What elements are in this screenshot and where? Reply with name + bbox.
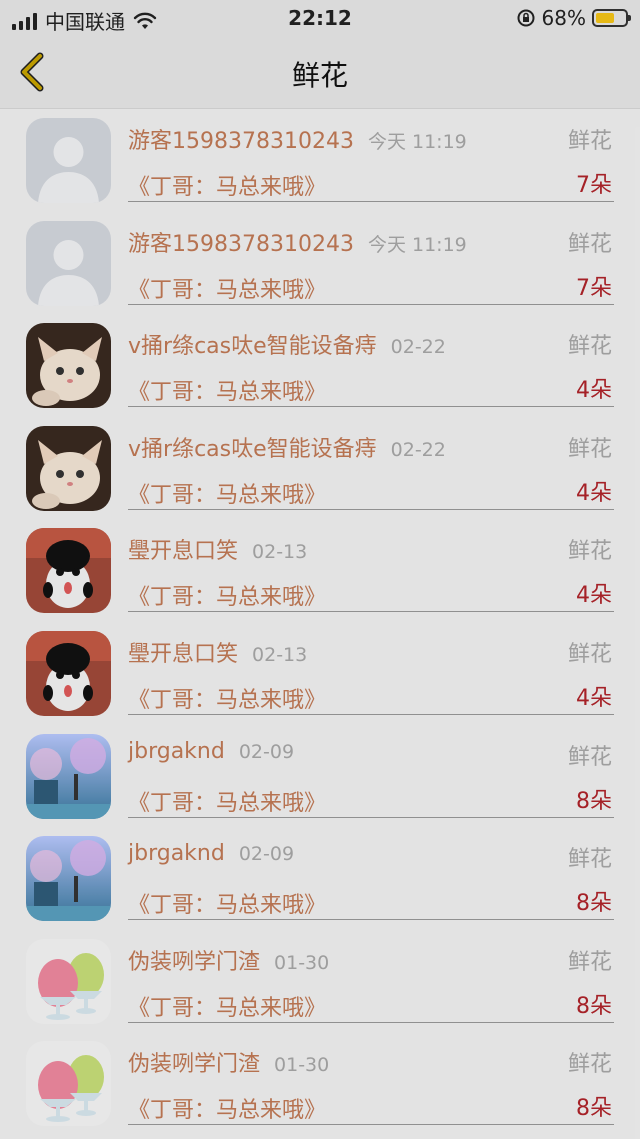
timestamp: 02-22 [390, 438, 446, 461]
work-title-link[interactable]: 《丁哥：马总来哦》 [128, 272, 326, 304]
divider [128, 303, 614, 305]
divider [128, 611, 614, 613]
list-item[interactable]: jbrgaknd 02-09 鲜花《丁哥：马总来哦》 8朵 [0, 725, 640, 828]
list-item[interactable]: jbrgaknd 02-09 鲜花《丁哥：马总来哦》 8朵 [0, 827, 640, 930]
timestamp: 02-09 [238, 843, 295, 866]
avatar[interactable] [26, 118, 111, 203]
flower-count: 7朵 [576, 173, 612, 198]
gift-type-label: 鲜花 [567, 129, 612, 154]
sender-name-text: v捅r绦cas呔e智能设备痔 [128, 436, 377, 462]
avatar[interactable] [26, 528, 111, 614]
page-title: 鲜花 [291, 59, 348, 92]
work-title-link[interactable]: 《丁哥：马总来哦》 [128, 682, 326, 714]
sender-name[interactable]: v捅r绦cas呔e智能设备痔 02-22 [128, 328, 446, 360]
sender-name[interactable]: 伪装咧学门渣 01-30 [128, 1046, 329, 1078]
work-title-link[interactable]: 《丁哥：马总来哦》 [128, 1092, 326, 1124]
sender-name-text: v捅r绦cas呔e智能设备痔 [128, 334, 377, 360]
sender-name-text: jbrgaknd [128, 841, 225, 867]
gift-type-label: 鲜花 [567, 744, 612, 770]
flower-count: 4朵 [576, 480, 612, 506]
avatar[interactable] [26, 220, 111, 306]
gift-type-label: 鲜花 [567, 1052, 612, 1078]
gift-type-label: 鲜花 [567, 231, 612, 257]
avatar[interactable] [26, 425, 111, 511]
gift-type-label: 鲜花 [567, 949, 612, 975]
nav-bar: 鲜花 [0, 36, 640, 109]
divider [128, 406, 614, 408]
work-title-link[interactable]: 《丁哥：马总来哦》 [128, 579, 326, 611]
sender-name[interactable]: jbrgaknd 02-09 [128, 841, 294, 866]
divider [128, 1021, 614, 1023]
sender-name-text: 伪装咧学门渣 [128, 949, 261, 975]
flower-count: 4朵 [576, 583, 612, 609]
work-title-link[interactable]: 《丁哥：马总来哦》 [128, 785, 326, 817]
gift-type-label: 鲜花 [567, 641, 612, 667]
gift-type-label: 鲜花 [567, 539, 612, 565]
gift-type-label: 鲜花 [567, 334, 612, 360]
sender-name-text: 璺开息口笑 [128, 539, 239, 565]
list-item[interactable]: 游客1598378310243 今天 11:19 鲜花《丁哥：马总来哦》 7朵 [0, 212, 640, 315]
flower-count: 8朵 [576, 891, 612, 917]
flower-count: 4朵 [576, 685, 612, 711]
sender-name-text: jbrgaknd [128, 738, 225, 764]
timestamp: 01-30 [274, 1054, 330, 1077]
timestamp: 02-22 [390, 336, 446, 359]
list-item[interactable]: v捅r绦cas呔e智能设备痔 02-22 鲜花《丁哥：马总来哦》 4朵 [0, 314, 640, 417]
list-item[interactable]: 伪装咧学门渣 01-30 鲜花《丁哥：马总来哦》 8朵 [0, 930, 640, 1033]
flower-count: 4朵 [576, 378, 612, 404]
list-item[interactable]: 璺开息口笑 02-13 鲜花《丁哥：马总来哦》 4朵 [0, 622, 640, 725]
battery-icon [592, 9, 631, 27]
sender-name[interactable]: 游客1598378310243 今天 11:19 [128, 123, 467, 155]
gift-type-label: 鲜花 [567, 847, 612, 873]
timestamp: 02-13 [252, 541, 308, 564]
avatar[interactable] [26, 1041, 111, 1127]
list-item[interactable]: 璺开息口笑 02-13 鲜花《丁哥：马总来哦》 4朵 [0, 519, 640, 622]
timestamp: 02-09 [238, 740, 295, 763]
work-title-link[interactable]: 《丁哥：马总来哦》 [128, 374, 326, 406]
work-title-link[interactable]: 《丁哥：马总来哦》 [128, 990, 326, 1022]
work-title-link[interactable]: 《丁哥：马总来哦》 [128, 169, 326, 201]
status-bar: 中国联通 22:12 68% [0, 0, 640, 36]
divider [128, 713, 614, 715]
avatar[interactable] [26, 836, 111, 922]
divider [128, 508, 614, 510]
flower-count: 7朵 [576, 275, 612, 301]
divider [128, 1124, 614, 1126]
divider [128, 816, 614, 818]
sender-name[interactable]: 伪装咧学门渣 01-30 [128, 944, 329, 976]
sender-name[interactable]: 璺开息口笑 02-13 [128, 636, 307, 668]
work-title-link[interactable]: 《丁哥：马总来哦》 [128, 477, 326, 509]
timestamp: 今天 11:19 [367, 131, 467, 153]
flower-count: 8朵 [576, 788, 612, 814]
avatar[interactable] [26, 733, 111, 819]
timestamp: 02-13 [252, 643, 308, 666]
sender-name[interactable]: v捅r绦cas呔e智能设备痔 02-22 [128, 431, 446, 463]
divider [128, 919, 614, 921]
sender-name-text: 游客1598378310243 [128, 231, 354, 257]
sender-name-text: 游客1598378310243 [128, 129, 354, 154]
flower-count: 8朵 [576, 1096, 612, 1122]
sender-name[interactable]: 璺开息口笑 02-13 [128, 533, 307, 565]
flower-count: 8朵 [576, 993, 612, 1019]
battery-percent: 68% [541, 6, 586, 30]
sender-name-text: 璺开息口笑 [128, 641, 239, 667]
list-item[interactable]: 伪装咧学门渣 01-30 鲜花《丁哥：马总来哦》 8朵 [0, 1032, 640, 1135]
list-item[interactable]: v捅r绦cas呔e智能设备痔 02-22 鲜花《丁哥：马总来哦》 4朵 [0, 417, 640, 520]
battery-fill [596, 13, 615, 23]
gift-type-label: 鲜花 [567, 436, 612, 462]
status-right: 68% [516, 6, 631, 30]
avatar[interactable] [26, 938, 111, 1024]
divider [128, 201, 614, 202]
rotation-lock-icon [517, 9, 535, 27]
avatar[interactable] [26, 323, 111, 409]
avatar[interactable] [26, 630, 111, 716]
sender-name-text: 伪装咧学门渣 [128, 1052, 261, 1078]
sender-name[interactable]: jbrgaknd 02-09 [128, 739, 294, 764]
work-title-link[interactable]: 《丁哥：马总来哦》 [128, 887, 326, 919]
timestamp: 今天 11:19 [367, 233, 467, 256]
sender-name[interactable]: 游客1598378310243 今天 11:19 [128, 226, 467, 258]
flower-gift-list: 游客1598378310243 今天 11:19 鲜花 《丁哥：马总来哦》 7朵 游客15… [0, 109, 640, 1135]
list-item[interactable]: 游客1598378310243 今天 11:19 鲜花《丁哥：马总来哦》 7朵 [0, 109, 640, 212]
timestamp: 01-30 [274, 951, 330, 974]
